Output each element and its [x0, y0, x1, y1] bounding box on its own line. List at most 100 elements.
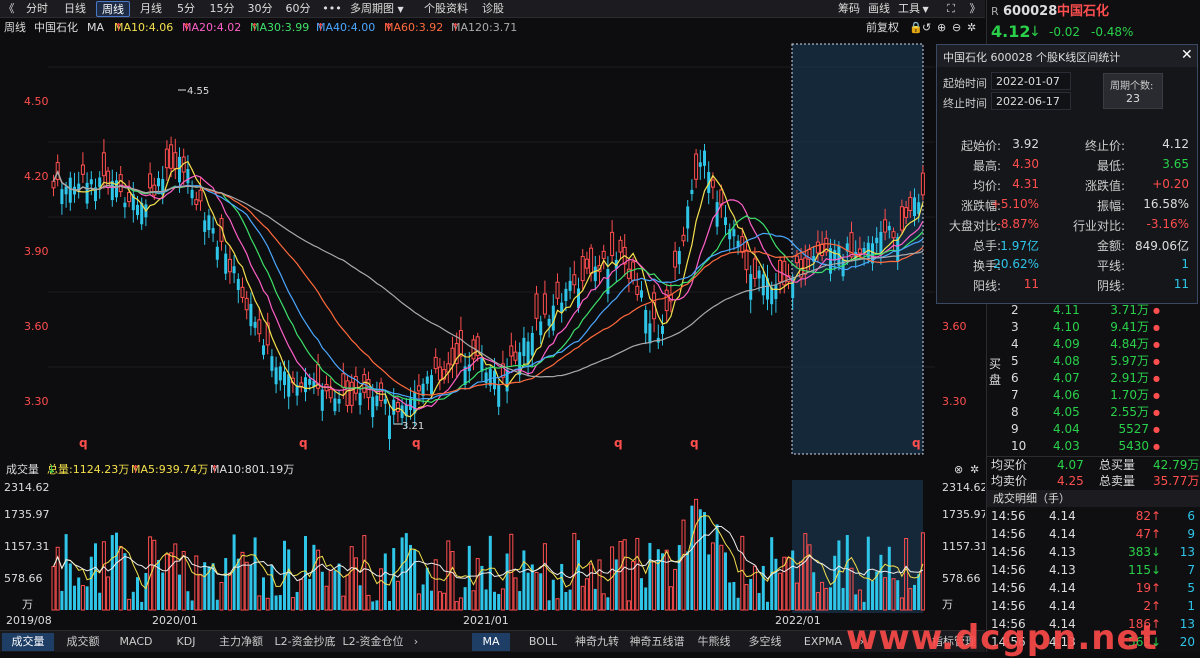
buy-book-row[interactable]: 5 4.08 5.97万 ●	[987, 353, 1200, 370]
candle	[371, 396, 375, 418]
draw-line-button[interactable]: 画线	[866, 1, 892, 17]
tab-period-week[interactable]: 周线	[96, 1, 130, 17]
tab-period-day[interactable]: 日线	[58, 1, 92, 17]
volume-bar	[89, 556, 93, 610]
end-time-field[interactable]: 2022-06-17	[991, 92, 1071, 110]
candle	[580, 255, 585, 282]
collapse-right-icon[interactable]: 》	[968, 1, 982, 17]
buy-book-row[interactable]: 7 4.06 1.70万 ●	[987, 387, 1200, 404]
buy-book-row[interactable]: 3 4.10 9.41万 ●	[987, 319, 1200, 336]
volume-bar	[152, 539, 157, 611]
candle	[383, 399, 387, 404]
volume-bar	[862, 601, 866, 610]
volume-bar	[232, 534, 236, 610]
stock-info-button[interactable]: 个股资料	[420, 1, 472, 17]
volume-bar	[635, 537, 640, 611]
diagnose-button[interactable]: 诊股	[478, 1, 508, 17]
candle	[328, 388, 333, 399]
volume-bar	[190, 600, 194, 610]
candle	[577, 288, 580, 309]
ma-label[interactable]: MA	[87, 19, 104, 37]
close-icon[interactable]: ✕	[1181, 47, 1193, 63]
tab-period-30min[interactable]: 30分	[243, 1, 277, 17]
trade-count: 7	[1187, 563, 1195, 577]
candle	[148, 173, 153, 189]
dot-icon: ●	[1153, 425, 1160, 434]
tab-period-5min[interactable]: 5分	[172, 1, 200, 17]
tab-main-net[interactable]: 主力净额	[212, 633, 270, 651]
dot-icon: ●	[1153, 306, 1160, 315]
tab-boll[interactable]: BOLL	[518, 633, 568, 651]
stat-value: 11	[1023, 277, 1039, 291]
tools-dropdown[interactable]: 工具 ▼	[898, 1, 934, 17]
tab-ma[interactable]: MA	[472, 633, 510, 651]
candle	[320, 389, 324, 411]
tab-nine-turn[interactable]: 神奇九转	[572, 633, 622, 651]
chips-button[interactable]: 筹码	[836, 1, 862, 17]
tab-period-60min[interactable]: 60分	[281, 1, 315, 17]
candlestick-chart[interactable]: 4.50 4.20 3.90 3.60 3.30 3.60 3.30 4.55 …	[0, 38, 985, 462]
candle	[681, 234, 686, 242]
trade-time: 14:56	[991, 581, 1026, 595]
lock-icon[interactable]: 🔒	[909, 19, 923, 37]
buy-book-row[interactable]: 4 4.09 4.84万 ●	[987, 336, 1200, 353]
fullscreen-icon[interactable]: ⛶	[944, 1, 958, 17]
volume-ma5-text: MA5:939.74万	[131, 463, 209, 476]
tab-bull-bear[interactable]: 牛熊线	[692, 633, 736, 651]
tab-turnover[interactable]: 成交额	[58, 633, 108, 651]
tab-period-month[interactable]: 月线	[134, 1, 168, 17]
tab-volume[interactable]: 成交量	[2, 633, 54, 651]
more-periods-button[interactable]: •••	[320, 1, 344, 17]
settings-icon[interactable]: ✲	[970, 462, 979, 478]
candle	[198, 189, 203, 202]
tab-five-line[interactable]: 神奇五线谱	[626, 633, 688, 651]
undo-icon[interactable]: ↺	[922, 19, 931, 37]
level: 6	[1011, 371, 1019, 385]
collapse-left-icon[interactable]: 《	[2, 1, 16, 17]
candle	[547, 318, 551, 326]
avg-sell-label: 均卖价	[991, 474, 1028, 488]
buy-book-row[interactable]: 2 4.11 3.71万 ●	[987, 302, 1200, 319]
zoom-in-icon[interactable]: ⊕	[937, 19, 946, 37]
volume-bar	[127, 598, 132, 611]
stat-value: 1.97亿	[1000, 239, 1039, 253]
chevron-right-icon[interactable]: ›	[410, 633, 422, 651]
tab-period-minute[interactable]: 分时	[20, 1, 54, 17]
volume-bar	[493, 591, 496, 610]
volume-bar	[740, 535, 745, 611]
price-tick: 3.30	[24, 395, 49, 408]
tab-l2-position[interactable]: L2-资金仓位	[340, 633, 406, 651]
start-time-field[interactable]: 2022-01-07	[991, 72, 1071, 90]
volume-tick: 578.66	[4, 572, 43, 585]
tab-long-short[interactable]: 多空线	[740, 633, 790, 651]
volume-bar	[140, 601, 144, 610]
candle	[118, 174, 123, 193]
period-toolbar: 《 分时 日线 周线 月线 5分 15分 30分 60分 ••• 多周期图 ▼ …	[0, 0, 985, 18]
candle	[68, 177, 72, 203]
adjust-label[interactable]: 前复权	[866, 19, 899, 37]
tab-l2-bottom[interactable]: L2-资金抄底	[272, 633, 338, 651]
buy-book-row[interactable]: 9 4.04 5527 ●	[987, 421, 1200, 438]
tab-macd[interactable]: MACD	[112, 633, 160, 651]
candle	[899, 206, 904, 231]
multi-period-dropdown[interactable]: 多周期图 ▼	[350, 1, 414, 17]
buy-book-row[interactable]: 10 4.03 5430 ●	[987, 438, 1200, 455]
zoom-out-icon[interactable]: ⊖	[952, 19, 961, 37]
buy-book-row[interactable]: 6 4.07 2.91万 ●	[987, 370, 1200, 387]
trade-volume: 115	[1128, 563, 1151, 577]
trade-price: 4.14	[1049, 581, 1076, 595]
volume-bar	[526, 572, 530, 610]
volume-chart[interactable]: 2314.62 1735.97 1157.31 578.66 万 2314.62…	[0, 478, 985, 614]
buy-book-row[interactable]: 8 4.05 2.55万 ●	[987, 404, 1200, 421]
stat-label: 均价:	[972, 179, 1001, 193]
close-icon[interactable]: ⊗	[954, 462, 963, 478]
tab-period-15min[interactable]: 15分	[205, 1, 239, 17]
price: 4.09	[1053, 337, 1080, 351]
tab-kdj[interactable]: KDJ	[164, 633, 208, 651]
settings-icon[interactable]: ✲	[967, 19, 976, 37]
candle	[89, 179, 93, 185]
trade-time: 14:56	[991, 527, 1026, 541]
volume-bar	[871, 580, 874, 610]
tab-expma[interactable]: EXPMA	[796, 633, 850, 651]
stat-label: 终止价:	[1084, 139, 1125, 153]
